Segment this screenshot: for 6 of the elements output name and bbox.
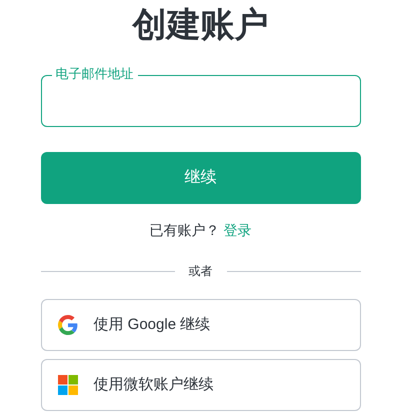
field-label: 电子邮件地址: [52, 65, 138, 83]
login-prompt-text: 已有账户？: [150, 222, 220, 238]
page-title: 创建账户: [130, 5, 270, 46]
social-login-button[interactable]: 使用 Google 继续: [40, 299, 360, 351]
social-login-button[interactable]: 使用微软账户继续: [40, 359, 360, 411]
divider-text: 或者: [188, 264, 212, 278]
